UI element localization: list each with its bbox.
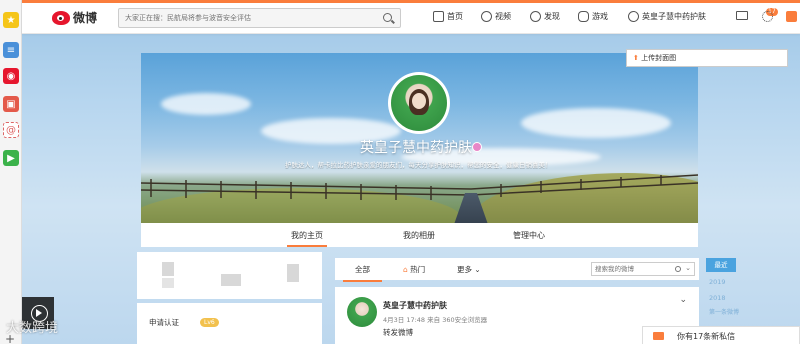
filter-hot-label: 热门 xyxy=(410,265,426,274)
post-text: 转发微博 xyxy=(383,328,413,337)
chevron-down-icon[interactable]: ⌄ xyxy=(685,264,691,272)
timeline-year[interactable]: 2018 xyxy=(709,294,726,302)
profile-description: 护肤达人，帮卡拉比药护肤亲爱的朋友们，每天分享护肤知识，帮您的安全，健康日销喜美… xyxy=(285,161,552,169)
upload-cover-button[interactable]: ⬆ 上传封面图 xyxy=(626,49,788,67)
chevron-down-icon: ⌄ xyxy=(474,265,481,274)
nav-game[interactable]: 游戏 xyxy=(578,11,608,22)
compose-icon xyxy=(786,11,797,22)
user-icon xyxy=(628,11,639,22)
feed-search: ⌄ xyxy=(591,262,695,276)
profile-name: 英皇子慧中药护肤 xyxy=(360,140,472,156)
home-icon xyxy=(433,11,444,22)
nav-discover[interactable]: 发现 xyxy=(530,11,560,22)
timeline-recent[interactable]: 最近 xyxy=(706,258,736,272)
nav-home[interactable]: 首页 xyxy=(433,11,463,22)
chevron-down-icon[interactable]: ⌄ xyxy=(679,295,687,305)
cloud xyxy=(521,108,671,138)
browser-sidebar: ★ ≡ ◉ ▣ @ ▶ + xyxy=(0,0,22,344)
filter-more[interactable]: 更多 ⌄ xyxy=(457,264,481,275)
filter-more-label: 更多 xyxy=(457,265,472,274)
timeline-first-post[interactable]: 第一条微博 xyxy=(709,307,739,316)
envelope-icon xyxy=(653,332,664,340)
mail-icon[interactable]: @ xyxy=(3,122,19,138)
redacted-stat xyxy=(287,264,299,282)
gamepad-icon xyxy=(578,11,589,22)
gear-icon xyxy=(762,11,773,22)
compass-icon xyxy=(530,11,541,22)
search-input[interactable] xyxy=(119,9,369,27)
private-message-notification[interactable]: 你有17条新私信 xyxy=(642,326,800,344)
filter-hot[interactable]: ⌂ 热门 xyxy=(403,264,425,275)
post-avatar[interactable] xyxy=(347,297,377,327)
upload-icon: ⬆ xyxy=(633,54,639,62)
favorites-star-icon[interactable]: ★ xyxy=(3,12,19,28)
nav-user[interactable]: 英皇子慧中药护肤 xyxy=(628,11,706,22)
nav-discover-label: 发现 xyxy=(544,12,560,21)
settings-button[interactable] xyxy=(762,11,773,22)
fence xyxy=(141,174,698,200)
tab-my-home[interactable]: 我的主页 xyxy=(287,230,327,247)
compose-button[interactable] xyxy=(786,11,797,22)
video-play-icon xyxy=(481,11,492,22)
post-meta: 4月3日 17:48 来自 360安全浏览器 xyxy=(383,316,488,324)
tab-admin-center[interactable]: 管理中心 xyxy=(513,230,545,241)
avatar-image xyxy=(391,75,447,131)
messages-button[interactable] xyxy=(736,11,748,20)
apply-certification-link[interactable]: 申请认证 xyxy=(149,317,179,328)
profile-tabs: 我的主页 我的相册 管理中心 xyxy=(141,223,698,247)
redacted-stat xyxy=(162,262,174,276)
verified-badge-icon xyxy=(472,142,482,152)
level-badge: Lv6 xyxy=(200,318,219,327)
feed-filter-bar: 全部 ⌂ 热门 更多 ⌄ ⌄ xyxy=(335,258,699,282)
redacted-stat xyxy=(162,278,174,288)
tab-my-album[interactable]: 我的相册 xyxy=(403,230,435,241)
nav-video[interactable]: 视频 xyxy=(481,11,511,22)
top-navbar: 微博 首页 视频 发现 游戏 英皇子慧中药护肤 17 xyxy=(22,0,800,34)
watermark-text: 大数跨境 xyxy=(6,321,59,336)
notification-text: 你有17条新私信 xyxy=(677,332,736,341)
search-box xyxy=(118,8,401,28)
cloud xyxy=(161,93,251,115)
profile-avatar[interactable] xyxy=(388,72,450,134)
logo-text: 微博 xyxy=(73,11,98,25)
filter-all[interactable]: 全部 xyxy=(343,264,382,282)
stats-panel xyxy=(137,252,322,299)
search-icon[interactable] xyxy=(675,266,681,272)
redacted-stat xyxy=(221,274,241,286)
list-icon[interactable]: ≡ xyxy=(3,42,19,58)
home-small-icon: ⌂ xyxy=(403,265,408,274)
certification-panel: 申请认证 Lv6 xyxy=(137,303,322,344)
timeline-nav: 最近 2019 2018 第一条微博 xyxy=(706,258,739,318)
post-author[interactable]: 英皇子慧中药护肤 xyxy=(383,300,447,311)
weibo-logo[interactable]: 微博 xyxy=(52,9,97,26)
upload-cover-label: 上传封面图 xyxy=(641,54,677,62)
game-icon[interactable]: ▣ xyxy=(3,96,19,112)
search-icon[interactable] xyxy=(383,13,392,22)
nav-game-label: 游戏 xyxy=(592,12,608,21)
weibo-eye-icon xyxy=(52,10,70,25)
nav-user-label: 英皇子慧中药护肤 xyxy=(642,12,706,21)
timeline-year[interactable]: 2019 xyxy=(709,278,726,286)
nav-home-label: 首页 xyxy=(447,12,463,21)
nav-video-label: 视频 xyxy=(495,12,511,21)
feed-search-input[interactable] xyxy=(592,263,672,275)
weibo-icon[interactable]: ◉ xyxy=(3,68,19,84)
envelope-icon xyxy=(736,11,748,20)
video-icon[interactable]: ▶ xyxy=(3,150,19,166)
